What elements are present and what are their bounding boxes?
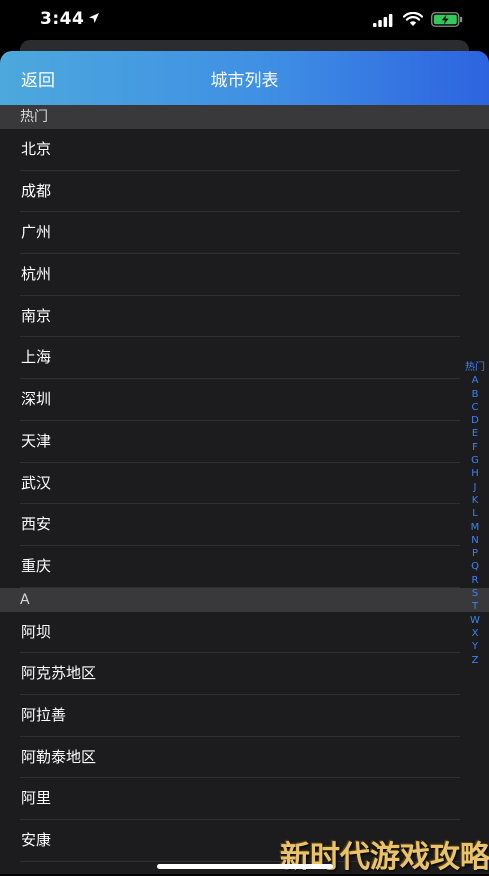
battery-charging-icon [431, 12, 463, 27]
city-row[interactable]: 西安 [0, 504, 489, 546]
city-row[interactable]: 重庆 [0, 546, 489, 588]
city-row[interactable]: 北京 [0, 129, 489, 171]
index-item[interactable]: P [461, 547, 489, 560]
index-item[interactable]: E [461, 427, 489, 440]
index-item[interactable]: A [461, 374, 489, 387]
index-item[interactable]: X [461, 627, 489, 640]
cellular-signal-icon [373, 14, 393, 27]
index-item-hot[interactable]: 热门 [461, 361, 489, 374]
index-item[interactable]: C [461, 401, 489, 414]
city-row[interactable]: 广州 [0, 212, 489, 254]
index-item[interactable]: M [461, 521, 489, 534]
city-row[interactable]: 阿拉善 [0, 695, 489, 737]
city-list[interactable]: 热门 北京 成都 广州 杭州 南京 上海 深圳 天津 武汉 西安 重庆 A 阿坝… [0, 105, 489, 862]
index-item[interactable]: T [461, 600, 489, 613]
home-indicator[interactable] [157, 864, 333, 869]
city-row[interactable]: 阿克苏地区 [0, 653, 489, 695]
section-header-hot: 热门 [0, 105, 489, 129]
wifi-icon [403, 12, 423, 26]
index-item[interactable]: W [461, 614, 489, 627]
index-item[interactable]: Z [461, 654, 489, 667]
city-row[interactable]: 阿里 [0, 778, 489, 820]
city-row[interactable]: 阿坝 [0, 612, 489, 654]
index-item[interactable]: J [461, 481, 489, 494]
page-title: 城市列表 [210, 71, 279, 91]
city-row[interactable]: 成都 [0, 171, 489, 213]
status-time: 3:44 [40, 9, 85, 29]
status-bar: 3:44 [0, 0, 489, 42]
city-row[interactable]: 杭州 [0, 254, 489, 296]
navigation-bar: 返回 城市列表 [0, 51, 489, 105]
index-item[interactable]: G [461, 454, 489, 467]
index-item[interactable]: K [461, 494, 489, 507]
city-row[interactable]: 深圳 [0, 379, 489, 421]
city-row[interactable]: 天津 [0, 421, 489, 463]
city-row[interactable]: 南京 [0, 296, 489, 338]
section-header-a: A [0, 587, 489, 612]
index-item[interactable]: Q [461, 560, 489, 573]
location-arrow-icon [89, 13, 99, 23]
city-row[interactable]: 武汉 [0, 463, 489, 505]
index-item[interactable]: S [461, 587, 489, 600]
index-item[interactable]: F [461, 441, 489, 454]
index-item[interactable]: Y [461, 640, 489, 653]
index-item[interactable]: R [461, 574, 489, 587]
index-item[interactable]: N [461, 534, 489, 547]
city-row[interactable]: 阿勒泰地区 [0, 737, 489, 779]
index-item[interactable]: B [461, 388, 489, 401]
index-item[interactable]: H [461, 467, 489, 480]
index-item[interactable]: D [461, 414, 489, 427]
index-item[interactable]: L [461, 507, 489, 520]
watermark-text: 新时代游戏攻略 [280, 840, 489, 875]
city-list-sheet: 返回 城市列表 热门 北京 成都 广州 杭州 南京 上海 深圳 天津 武汉 西安… [0, 51, 489, 874]
city-row[interactable]: 上海 [0, 337, 489, 379]
section-index-bar[interactable]: 热门 A B C D E F G H J K L M N P Q R S T W… [461, 361, 489, 667]
